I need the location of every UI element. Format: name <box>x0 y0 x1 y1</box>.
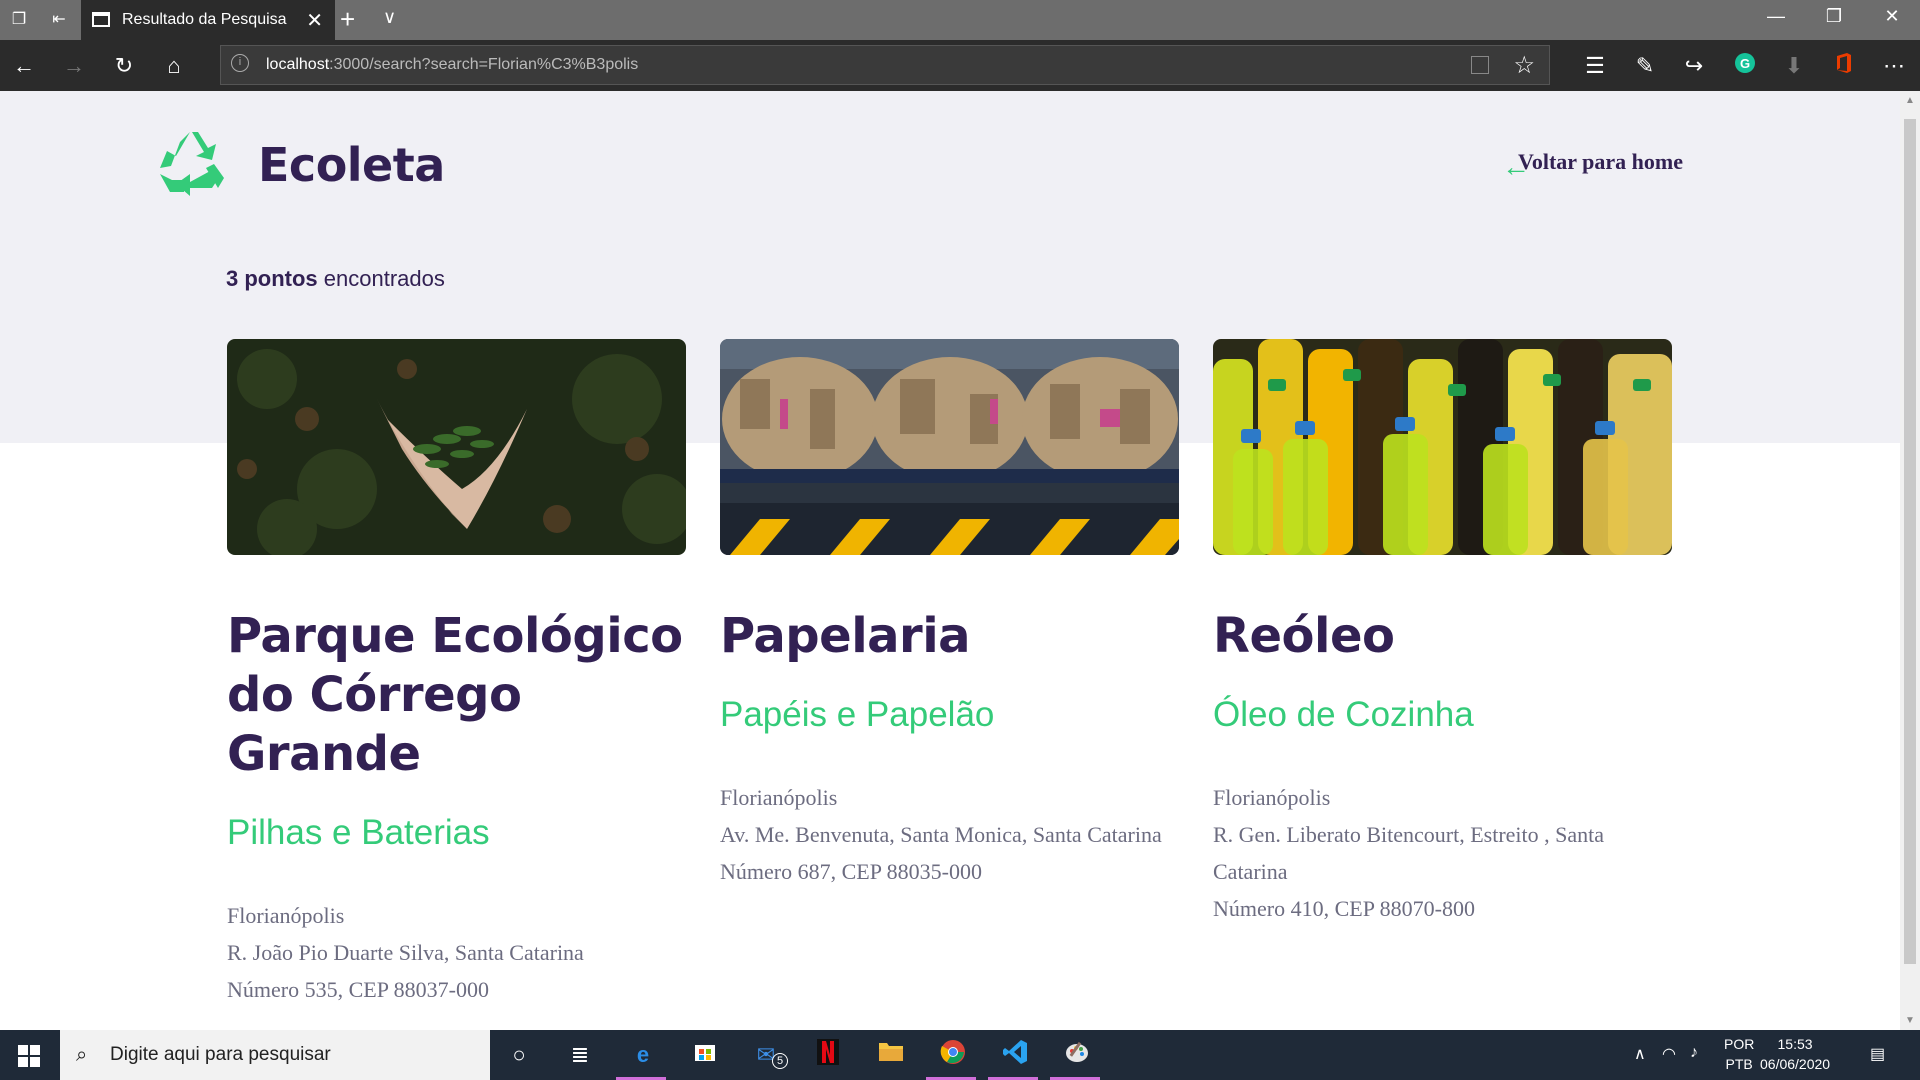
edge-icon[interactable]: e <box>627 1039 659 1071</box>
grammarly-icon[interactable]: G <box>1731 52 1759 80</box>
point-card[interactable]: Papelaria Papéis e Papelão Florianópolis… <box>720 339 1179 890</box>
point-items: Óleo de Cozinha <box>1213 695 1474 734</box>
refresh-icon[interactable]: ↻ <box>110 52 138 80</box>
point-name: Papelaria <box>720 608 971 664</box>
search-icon: ⌕ <box>76 1044 88 1066</box>
favorites-list-icon[interactable]: ☰ <box>1581 52 1609 80</box>
netflix-icon[interactable] <box>812 1039 844 1071</box>
point-street: R. João Pio Duarte Silva, Santa Catarina <box>227 940 584 965</box>
download-icon[interactable]: ⬇ <box>1780 52 1808 80</box>
svg-text:G: G <box>1740 56 1750 71</box>
share-icon[interactable]: ↪ <box>1680 52 1708 80</box>
home-icon[interactable]: ⌂ <box>160 52 188 80</box>
tab-title: Resultado da Pesquisa <box>122 11 287 28</box>
back-icon[interactable]: ← <box>10 52 38 80</box>
brand-name[interactable]: Ecoleta <box>258 138 445 192</box>
tab-active[interactable]: Resultado da Pesquisa ✕ <box>81 0 335 40</box>
page-icon <box>92 12 110 27</box>
vscode-icon[interactable] <box>999 1039 1031 1071</box>
more-icon[interactable]: ⋯ <box>1880 52 1908 80</box>
new-tab-icon[interactable]: + <box>340 4 355 35</box>
windows-taskbar: ⌕ Digite aqui para pesquisar ○ ≣ e ✉ 5 ∧ … <box>0 1030 1920 1080</box>
paint-icon[interactable] <box>1061 1039 1093 1071</box>
mail-badge: 5 <box>772 1053 788 1069</box>
office-icon[interactable] <box>1830 52 1858 80</box>
windows-start-icon[interactable] <box>18 1045 40 1067</box>
back-home-link[interactable]: Voltar para home <box>1518 149 1683 175</box>
volume-icon[interactable]: ♪ <box>1690 1044 1698 1062</box>
chevron-down-icon[interactable]: ∨ <box>383 7 396 28</box>
minimize-icon[interactable]: — <box>1756 6 1796 27</box>
point-number: Número 687, CEP 88035-000 <box>720 859 982 884</box>
wifi-icon[interactable]: ◠ <box>1662 1044 1676 1064</box>
point-image <box>1213 339 1672 555</box>
point-image <box>227 339 686 555</box>
cortana-icon[interactable]: ○ <box>503 1039 535 1071</box>
point-items: Papéis e Papelão <box>720 695 995 734</box>
results-count: 3 pontos encontrados <box>226 266 445 291</box>
url-text[interactable]: localhost:3000/search?search=Florian%C3%… <box>266 56 638 74</box>
point-items: Pilhas e Baterias <box>227 813 490 852</box>
tab-actions-icon[interactable]: ❐ <box>8 9 30 31</box>
point-city: Florianópolis <box>720 785 838 810</box>
task-view-icon[interactable]: ≣ <box>564 1039 596 1071</box>
browser-nav-bar: ← → ↻ ⌂ i localhost:3000/search?search=F… <box>0 40 1920 91</box>
point-address: Florianópolis R. Gen. Liberato Bitencour… <box>1213 779 1672 927</box>
point-city: Florianópolis <box>227 903 345 928</box>
taskbar-search-placeholder: Digite aqui para pesquisar <box>110 1044 331 1065</box>
point-street: R. Gen. Liberato Bitencourt, Estreito , … <box>1213 822 1605 884</box>
point-name: Reóleo <box>1213 608 1395 664</box>
page-scrollbar[interactable]: ▲ ▼ <box>1900 91 1920 1030</box>
language-indicator[interactable]: POR PTB <box>1724 1034 1754 1074</box>
notifications-icon[interactable]: ▤ <box>1870 1044 1885 1064</box>
point-city: Florianópolis <box>1213 785 1331 810</box>
set-tabs-aside-icon[interactable]: ⇤ <box>48 9 70 31</box>
scroll-down-icon[interactable]: ▼ <box>1905 1015 1915 1026</box>
mail-icon[interactable]: ✉ 5 <box>750 1039 788 1071</box>
info-icon[interactable]: i <box>231 54 249 72</box>
scroll-up-icon[interactable]: ▲ <box>1905 95 1915 106</box>
page-content: Ecoleta ← Voltar para home 3 pontos enco… <box>0 91 1900 1030</box>
tab-close-icon[interactable]: ✕ <box>306 8 323 33</box>
system-clock[interactable]: 15:53 06/06/2020 <box>1760 1034 1830 1074</box>
point-card[interactable]: Parque Ecológico do Córrego Grande Pilha… <box>227 339 686 1008</box>
favorite-star-icon[interactable]: ☆ <box>1513 51 1535 80</box>
forward-icon[interactable]: → <box>60 52 88 80</box>
point-image <box>720 339 1179 555</box>
show-hidden-icons-icon[interactable]: ∧ <box>1634 1044 1646 1064</box>
scroll-thumb[interactable] <box>1904 119 1916 964</box>
browser-tab-bar: ❐ ⇤ Resultado da Pesquisa ✕ + ∨ — ❐ ✕ <box>0 0 1920 40</box>
point-name: Parque Ecológico do Córrego Grande <box>227 608 683 782</box>
point-card[interactable]: Reóleo Óleo de Cozinha Florianópolis R. … <box>1213 339 1672 927</box>
pen-icon[interactable]: ✎ <box>1631 52 1659 80</box>
restore-icon[interactable]: ❐ <box>1814 6 1854 27</box>
taskbar-search[interactable]: ⌕ Digite aqui para pesquisar <box>60 1030 490 1080</box>
point-number: Número 535, CEP 88037-000 <box>227 977 489 1002</box>
point-number: Número 410, CEP 88070-800 <box>1213 896 1475 921</box>
point-street: Av. Me. Benvenuta, Santa Monica, Santa C… <box>720 822 1162 847</box>
point-address: Florianópolis Av. Me. Benvenuta, Santa M… <box>720 779 1179 890</box>
chrome-icon[interactable] <box>937 1039 969 1071</box>
address-bar[interactable]: i localhost:3000/search?search=Florian%C… <box>220 45 1550 85</box>
recycle-icon <box>160 132 224 196</box>
window-close-icon[interactable]: ✕ <box>1872 6 1912 27</box>
point-address: Florianópolis R. João Pio Duarte Silva, … <box>227 897 686 1008</box>
reading-view-icon[interactable] <box>1471 56 1489 74</box>
file-explorer-icon[interactable] <box>875 1039 907 1071</box>
store-icon[interactable] <box>689 1039 721 1071</box>
